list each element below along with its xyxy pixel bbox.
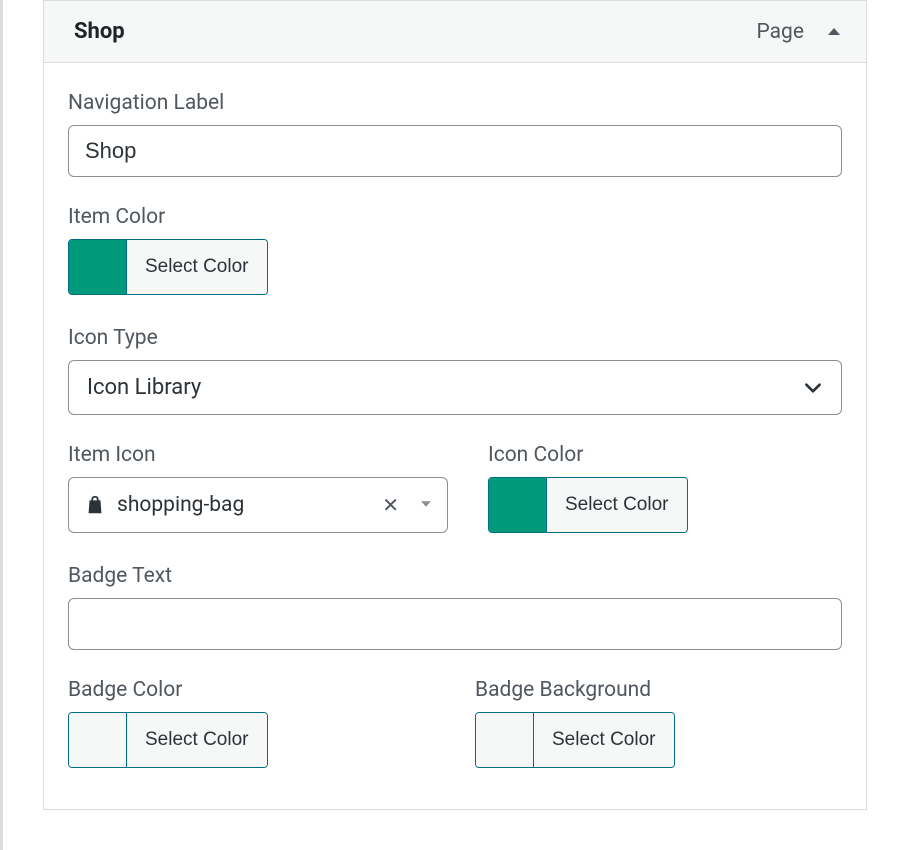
- badge-color-picker: Select Color: [68, 712, 268, 768]
- icon-color-button[interactable]: Select Color: [547, 478, 687, 532]
- badge-color-swatch[interactable]: [69, 713, 127, 767]
- panel-type-label: Page: [757, 20, 805, 44]
- menu-item-panel: Shop Page Navigation Label Item Color Se…: [43, 0, 867, 810]
- icon-color-picker: Select Color: [488, 477, 688, 533]
- badge-color-label: Badge Color: [68, 678, 435, 702]
- navigation-label-input[interactable]: [68, 125, 842, 177]
- icon-type-select[interactable]: Icon Library: [68, 360, 842, 415]
- shopping-bag-icon: [83, 493, 107, 517]
- item-color-button[interactable]: Select Color: [127, 240, 267, 294]
- panel-header[interactable]: Shop Page: [44, 1, 866, 63]
- panel-title: Shop: [74, 19, 125, 44]
- item-color-field: Item Color Select Color: [68, 205, 842, 298]
- badge-color-field: Badge Color Select Color: [68, 678, 435, 771]
- navigation-label-field: Navigation Label: [68, 91, 842, 177]
- panel-header-right: Page: [757, 20, 845, 44]
- item-icon-field: Item Icon shopping-bag ✕: [68, 443, 448, 536]
- icon-color-field: Icon Color Select Color: [488, 443, 842, 536]
- badge-background-button[interactable]: Select Color: [534, 713, 674, 767]
- badge-background-field: Badge Background Select Color: [475, 678, 842, 771]
- badge-background-picker: Select Color: [475, 712, 675, 768]
- collapse-icon[interactable]: [824, 22, 844, 42]
- item-icon-picker[interactable]: shopping-bag ✕: [68, 477, 448, 533]
- panel-body: Navigation Label Item Color Select Color…: [44, 63, 866, 809]
- badge-color-button[interactable]: Select Color: [127, 713, 267, 767]
- badge-background-swatch[interactable]: [476, 713, 534, 767]
- badge-color-row: Badge Color Select Color Badge Backgroun…: [68, 678, 842, 771]
- item-color-picker: Select Color: [68, 239, 268, 295]
- item-color-swatch[interactable]: [69, 240, 127, 294]
- item-color-label: Item Color: [68, 205, 842, 229]
- item-icon-dropdown-icon[interactable]: [413, 496, 433, 515]
- icon-type-label: Icon Type: [68, 326, 842, 350]
- badge-text-label: Badge Text: [68, 564, 842, 588]
- icon-type-field: Icon Type Icon Library: [68, 326, 842, 415]
- badge-background-label: Badge Background: [475, 678, 842, 702]
- icon-color-label: Icon Color: [488, 443, 842, 467]
- icon-color-swatch[interactable]: [489, 478, 547, 532]
- item-icon-clear-icon[interactable]: ✕: [378, 493, 403, 517]
- item-icon-value: shopping-bag: [117, 493, 368, 517]
- icon-row: Item Icon shopping-bag ✕ Icon Color: [68, 443, 842, 536]
- item-icon-label: Item Icon: [68, 443, 448, 467]
- navigation-label-label: Navigation Label: [68, 91, 842, 115]
- badge-text-field: Badge Text: [68, 564, 842, 650]
- badge-text-input[interactable]: [68, 598, 842, 650]
